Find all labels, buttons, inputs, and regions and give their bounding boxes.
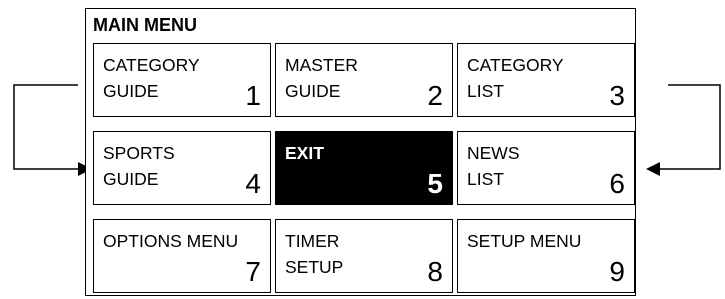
right-arrowhead-icon [646,162,660,176]
menu-item-number: 7 [245,256,261,287]
menu-item-setup-menu[interactable]: SETUP MENU 9 [457,219,635,293]
menu-item-sports-guide[interactable]: SPORTS GUIDE 4 [93,131,271,205]
menu-item-number: 5 [427,168,443,199]
menu-item-number: 1 [245,80,261,111]
main-menu: MAIN MENU CATEGORY GUIDE 1 MASTER GUIDE … [85,8,636,296]
menu-item-label: SPORTS GUIDE [103,143,175,189]
menu-item-number: 4 [245,168,261,199]
menu-item-master-guide[interactable]: MASTER GUIDE 2 [275,43,453,117]
menu-item-number: 3 [609,80,625,111]
right-connector-line [660,84,721,170]
left-connector-line [13,84,78,170]
menu-item-number: 8 [427,256,443,287]
menu-item-timer-setup[interactable]: TIMER SETUP 8 [275,219,453,293]
menu-item-number: 9 [609,256,625,287]
menu-item-options-menu[interactable]: OPTIONS MENU 7 [93,219,271,293]
menu-item-label: OPTIONS MENU [103,231,239,251]
menu-item-exit[interactable]: EXIT 5 [275,131,453,205]
menu-title: MAIN MENU [93,15,197,35]
menu-item-label: TIMER SETUP [285,231,344,277]
menu-item-number: 6 [609,168,625,199]
menu-item-label: MASTER GUIDE [285,55,358,101]
menu-item-label: SETUP MENU [467,231,582,251]
menu-item-label: EXIT [285,143,324,163]
menu-item-news-list[interactable]: NEWS LIST 6 [457,131,635,205]
menu-item-label: NEWS LIST [467,143,520,189]
menu-item-category-list[interactable]: CATEGORY LIST 3 [457,43,635,117]
menu-item-number: 2 [427,80,443,111]
menu-item-label: CATEGORY GUIDE [103,55,200,101]
menu-item-label: CATEGORY LIST [467,55,564,101]
menu-item-category-guide[interactable]: CATEGORY GUIDE 1 [93,43,271,117]
